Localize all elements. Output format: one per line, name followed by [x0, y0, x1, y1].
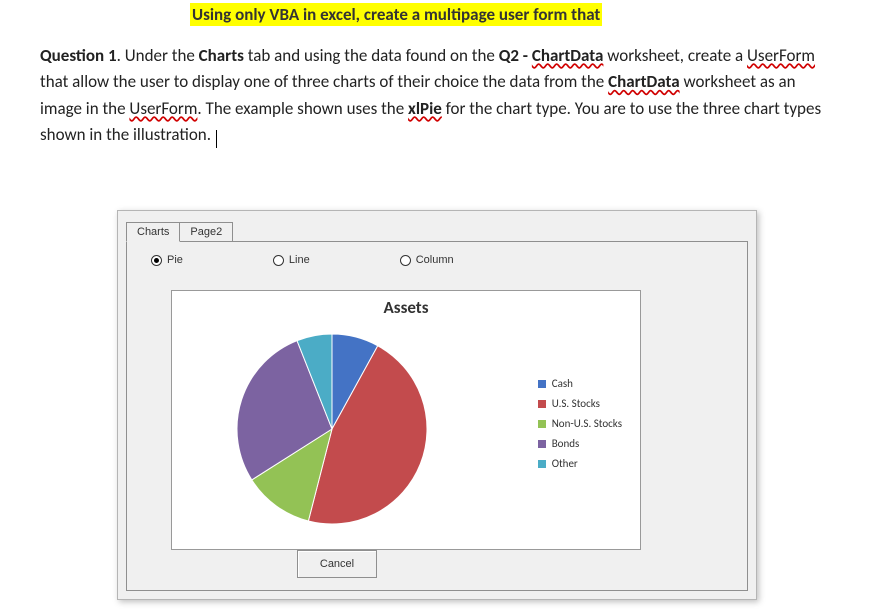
legend-item: U.S. Stocks: [538, 397, 622, 410]
radio-column[interactable]: Column: [400, 254, 454, 266]
spellcheck-xlpie: xlPie: [408, 98, 442, 119]
chart-title: Assets: [172, 297, 640, 318]
legend-item: Bonds: [538, 437, 622, 450]
radio-label: Column: [416, 254, 454, 266]
question-text: Question 1. Under the Charts tab and usi…: [40, 43, 839, 148]
spellcheck-chartdata2: ChartData: [608, 71, 680, 92]
question-label: Question 1: [40, 45, 117, 66]
radio-dot-icon: [151, 255, 162, 266]
legend-swatch-icon: [538, 460, 546, 468]
tab-strip: ChartsPage2: [126, 219, 748, 241]
legend-item: Cash: [538, 377, 622, 390]
radio-label: Pie: [167, 254, 183, 266]
legend-label: Bonds: [552, 437, 580, 450]
radio-line[interactable]: Line: [273, 254, 310, 266]
legend-label: Other: [552, 457, 578, 470]
legend-label: Cash: [552, 377, 573, 390]
legend-item: Other: [538, 457, 622, 470]
cancel-button[interactable]: Cancel: [297, 550, 377, 578]
userform-window: ChartsPage2 Pie Line Column Assets Cash U.S…: [117, 210, 757, 600]
multipage-control: ChartsPage2 Pie Line Column Assets Cash U.S…: [126, 219, 748, 591]
radio-pie[interactable]: Pie: [151, 254, 183, 266]
chart-image: Assets Cash U.S. Stocks Non-U.S. Stocks Bon…: [171, 290, 641, 550]
legend-swatch-icon: [538, 400, 546, 408]
pie-chart: [232, 329, 432, 529]
legend-swatch-icon: [538, 420, 546, 428]
legend-item: Non-U.S. Stocks: [538, 417, 622, 430]
tab-page2[interactable]: Page2: [179, 222, 233, 241]
spellcheck-chartdata: ChartData: [532, 45, 604, 66]
tab-charts[interactable]: Charts: [126, 222, 180, 242]
text-cursor: [216, 130, 217, 148]
chart-type-radios: Pie Line Column: [127, 242, 747, 266]
legend-label: U.S. Stocks: [552, 397, 600, 410]
legend-swatch-icon: [538, 380, 546, 388]
chart-legend: Cash U.S. Stocks Non-U.S. Stocks Bonds Other: [538, 377, 622, 477]
spellcheck-userform: UserForm: [747, 45, 815, 66]
page-heading: Using only VBA in excel, create a multip…: [190, 3, 602, 26]
radio-dot-icon: [273, 255, 284, 266]
radio-dot-icon: [400, 255, 411, 266]
legend-label: Non-U.S. Stocks: [552, 417, 622, 430]
radio-label: Line: [289, 254, 310, 266]
spellcheck-userform2: UserForm: [129, 98, 197, 119]
tab-page-charts: Pie Line Column Assets Cash U.S. Stocks Non-…: [126, 241, 748, 591]
legend-swatch-icon: [538, 440, 546, 448]
